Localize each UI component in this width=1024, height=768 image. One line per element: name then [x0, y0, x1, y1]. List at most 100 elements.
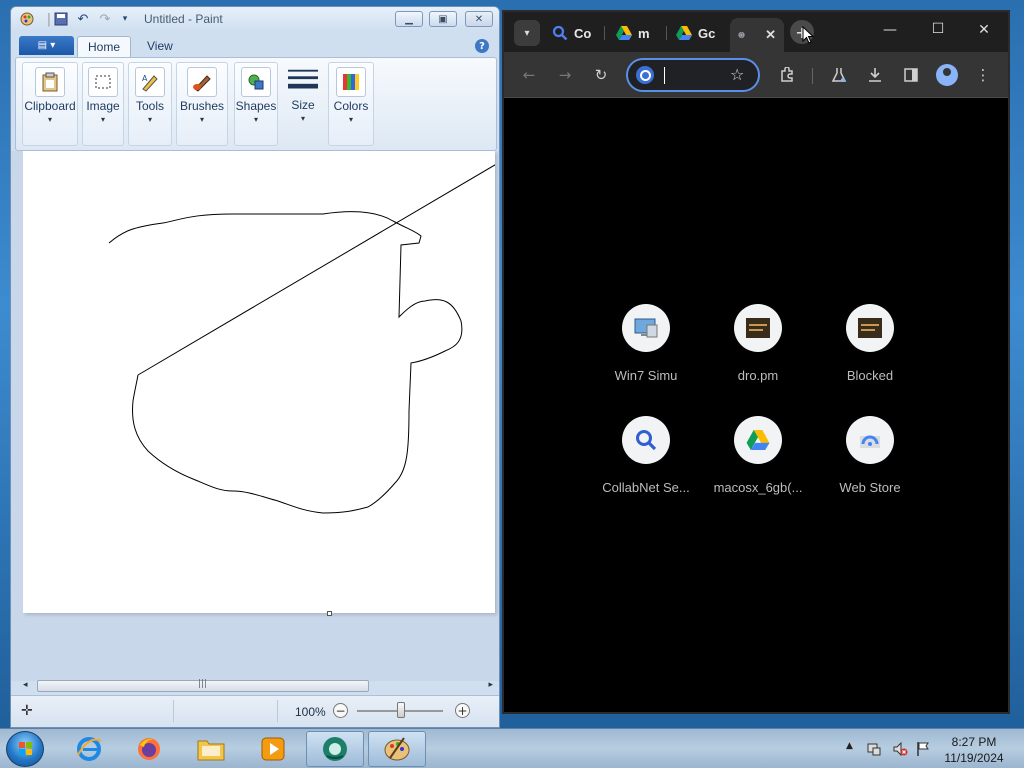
redo-icon[interactable]: ↷ [97, 11, 113, 27]
line-width-icon [288, 66, 318, 96]
clipboard-icon [35, 67, 65, 97]
horizontal-scrollbar[interactable]: ◂ ▸ [23, 679, 493, 693]
text-cursor [664, 67, 665, 84]
group-tools[interactable]: A Tools ▾ [128, 62, 172, 146]
computer-icon [622, 304, 670, 352]
paint-menu-button[interactable]: ▤ ▾ [19, 36, 74, 55]
close-button[interactable]: ✕ [974, 22, 994, 38]
shortcut-tile[interactable]: Win7 Simu [596, 304, 696, 383]
group-shapes[interactable]: Shapes ▾ [234, 62, 278, 146]
minimize-button[interactable]: — [880, 22, 900, 38]
forward-icon[interactable]: → [554, 64, 576, 86]
shortcut-tile[interactable]: macosx_6gb(... [708, 416, 808, 495]
paint-title-bar[interactable]: | ↶ ↷ ▾ Untitled - Paint ▁ ▣ ✕ [11, 7, 499, 31]
show-hidden-icons[interactable]: ▲ [846, 741, 853, 751]
zoom-out-button[interactable]: − [333, 703, 348, 718]
shortcut-tile[interactable]: Web Store [820, 416, 920, 495]
group-image[interactable]: Image ▾ [82, 62, 124, 146]
paint-palette-icon [384, 737, 410, 761]
firefox-taskbar-button[interactable] [120, 731, 178, 767]
shortcut-tile[interactable]: dro.pm [708, 304, 808, 383]
tab-search-button[interactable]: ▾ [514, 20, 540, 46]
download-icon[interactable] [864, 64, 886, 86]
select-icon [88, 67, 118, 97]
shortcut-label: Blocked [846, 368, 894, 383]
undo-icon[interactable]: ↶ [75, 11, 91, 27]
browser-tab[interactable]: Co [552, 20, 591, 46]
folder-icon [197, 740, 225, 761]
bookmark-star-icon[interactable]: ☆ [730, 65, 744, 84]
labs-flask-icon[interactable] [828, 64, 850, 86]
paint-taskbar-button[interactable] [368, 731, 426, 767]
shortcut-label: CollabNet Se... [602, 480, 690, 495]
paint-app-icon[interactable] [19, 11, 35, 27]
google-drive-icon [676, 26, 692, 40]
shortcut-tile[interactable]: CollabNet Se... [596, 416, 696, 495]
volume-muted-icon[interactable] [892, 741, 908, 760]
close-button[interactable]: ✕ [465, 11, 493, 27]
chrome-taskbar-button[interactable] [306, 731, 364, 767]
windows-logo-icon [19, 742, 32, 755]
group-label: Colors [333, 99, 369, 113]
system-clock[interactable]: 8:27 PM 11/19/2024 [932, 734, 1016, 766]
browser-tab[interactable]: m [616, 20, 650, 46]
extensions-icon[interactable] [776, 64, 798, 86]
maximize-button[interactable]: ☐ [928, 21, 948, 37]
zoom-slider-thumb[interactable] [397, 702, 405, 718]
tab-view[interactable]: View [137, 36, 183, 57]
internet-explorer-taskbar-button[interactable] [60, 731, 118, 767]
browser-tab-active[interactable]: ✕ [730, 18, 784, 52]
shortcut-label: Win7 Simu [614, 368, 678, 383]
group-clipboard[interactable]: Clipboard ▾ [22, 62, 78, 146]
divider [666, 26, 667, 40]
divider [812, 68, 813, 84]
maximize-button[interactable]: ▣ [429, 11, 457, 27]
cursor-position-icon: ✛ [21, 703, 33, 719]
group-size[interactable]: Size ▾ [282, 62, 324, 146]
flag-icon[interactable] [916, 741, 930, 760]
divider [604, 26, 605, 40]
scroll-left-icon[interactable]: ◂ [23, 680, 28, 690]
window-title: Untitled - Paint [144, 12, 223, 26]
group-brushes[interactable]: Brushes ▾ [176, 62, 228, 146]
clock-date: 11/19/2024 [944, 751, 1004, 765]
tab-home[interactable]: Home [77, 36, 132, 57]
media-player-taskbar-button[interactable] [244, 731, 302, 767]
shortcut-tile[interactable]: Blocked [820, 304, 920, 383]
close-tab-icon[interactable]: ✕ [765, 27, 776, 43]
chevron-down-icon: ▾ [100, 115, 105, 124]
zoom-level: 100% [295, 705, 326, 719]
save-icon[interactable] [53, 11, 69, 27]
shortcut-label: macosx_6gb(... [713, 480, 803, 495]
back-icon[interactable]: ← [518, 64, 540, 86]
google-drive-icon [616, 26, 632, 40]
site-thumbnail-icon [734, 304, 782, 352]
globe-icon [738, 31, 745, 39]
profile-avatar-icon[interactable] [936, 64, 958, 86]
zoom-in-button[interactable]: + [455, 703, 470, 718]
customize-quick-access-icon[interactable]: ▾ [117, 11, 133, 27]
group-label: Clipboard [24, 99, 76, 113]
canvas-resize-handle[interactable] [327, 611, 332, 616]
chevron-down-icon: ▾ [253, 115, 258, 124]
scroll-right-icon[interactable]: ▸ [488, 680, 493, 690]
address-bar[interactable]: ☆ [626, 58, 760, 92]
divider [277, 700, 278, 722]
reload-icon[interactable]: ↻ [590, 64, 612, 86]
browser-tab[interactable]: Gc [676, 20, 715, 46]
tab-title: Co [574, 25, 592, 41]
clock-time: 8:27 PM [951, 735, 997, 749]
action-center-icon[interactable] [866, 741, 882, 760]
chevron-down-icon: ▾ [47, 115, 52, 124]
drawing-canvas[interactable] [23, 151, 495, 613]
more-menu-icon[interactable]: ⋮ [972, 64, 994, 86]
ribbon: Clipboard ▾ Image ▾ A Tools ▾ Brushes ▾ [15, 57, 497, 151]
minimize-button[interactable]: ▁ [395, 11, 423, 27]
side-panel-icon[interactable] [900, 64, 922, 86]
start-button[interactable] [6, 731, 44, 767]
help-icon[interactable]: ? [475, 39, 489, 53]
group-colors[interactable]: Colors ▾ [328, 62, 374, 146]
scrollbar-thumb[interactable] [37, 679, 369, 692]
search-icon [622, 416, 670, 464]
file-explorer-taskbar-button[interactable] [182, 731, 240, 767]
